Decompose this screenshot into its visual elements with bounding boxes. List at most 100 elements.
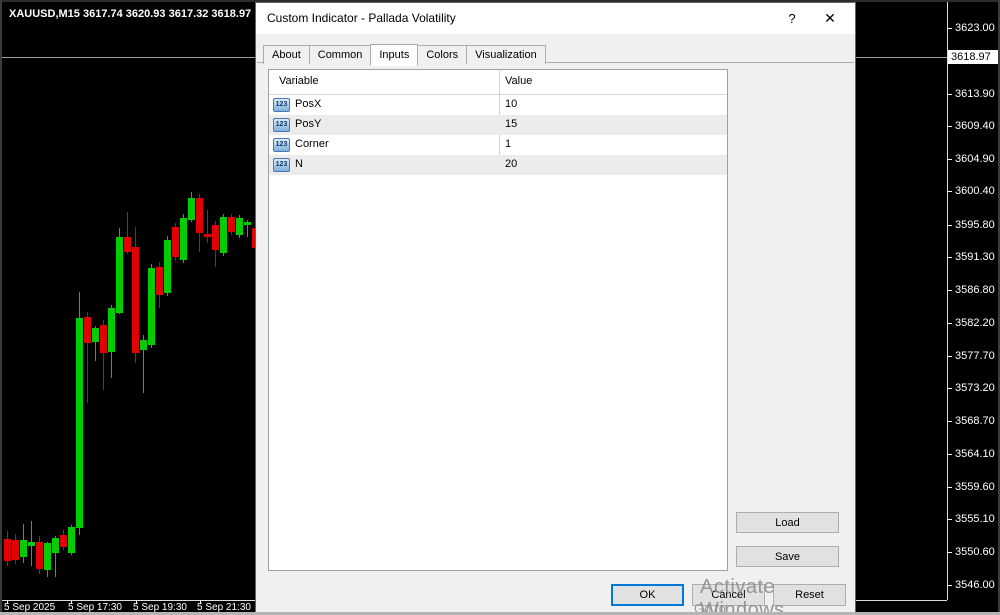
save-button[interactable]: Save: [736, 546, 839, 567]
tab-visualization[interactable]: Visualization: [466, 45, 546, 64]
candle-wick: [207, 210, 208, 243]
price-tick-dash: [948, 421, 952, 422]
reset-button[interactable]: Reset: [773, 584, 846, 606]
window-border-left: [0, 0, 2, 615]
price-tick-dash: [948, 290, 952, 291]
candle: [4, 539, 11, 561]
candle: [236, 218, 243, 235]
tab-inputs[interactable]: Inputs: [370, 44, 419, 66]
price-tick-dash: [948, 257, 952, 258]
price-tick-dash: [948, 388, 952, 389]
variable-name: PosY: [295, 118, 322, 130]
candle: [60, 535, 67, 547]
table-header: Variable Value: [269, 70, 727, 95]
variable-name: PosX: [295, 98, 322, 110]
candle: [196, 198, 203, 233]
candle: [220, 217, 227, 253]
candle: [116, 237, 123, 313]
candle: [52, 538, 59, 553]
current-price-tag: 3618.97: [948, 50, 998, 64]
table-row[interactable]: 123 PosX 10: [269, 95, 727, 115]
price-tick-label: 3577.70: [955, 350, 995, 362]
table-row[interactable]: 123 PosY 15: [269, 115, 727, 135]
candle: [228, 217, 235, 232]
candle: [124, 237, 131, 252]
price-tick-dash: [948, 126, 952, 127]
price-tick-dash: [948, 454, 952, 455]
price-tick-dash: [948, 191, 952, 192]
numeric-input-icon: 123: [273, 118, 290, 132]
price-tick-label: 3600.40: [955, 185, 995, 197]
ok-button[interactable]: OK: [611, 584, 684, 606]
price-tick-dash: [948, 323, 952, 324]
column-header-variable: Variable: [279, 75, 319, 87]
tab-about[interactable]: About: [263, 45, 310, 64]
price-tick-label: 3591.30: [955, 251, 995, 263]
price-tick-label: 3550.60: [955, 546, 995, 558]
price-tick-label: 3568.70: [955, 415, 995, 427]
help-icon[interactable]: ?: [777, 3, 807, 34]
candle: [20, 540, 27, 557]
cancel-button[interactable]: Cancel: [692, 584, 765, 606]
candle: [100, 325, 107, 353]
tab-colors[interactable]: Colors: [417, 45, 468, 64]
candle: [132, 247, 139, 353]
price-tick-label: 3573.20: [955, 382, 995, 394]
price-tick-dash: [948, 585, 952, 586]
price-tick-label: 3559.60: [955, 481, 995, 493]
load-button[interactable]: Load: [736, 512, 839, 533]
price-tick-dash: [948, 552, 952, 553]
application-window: XAUUSD,M15 3617.74 3620.93 3617.32 3618.…: [0, 0, 1000, 615]
candle: [36, 542, 43, 569]
tab-common[interactable]: Common: [308, 45, 372, 64]
price-axis[interactable]: 3623.003618.503613.903609.403604.903600.…: [947, 2, 998, 600]
candle: [76, 318, 83, 528]
variable-name: N: [295, 158, 303, 170]
variable-name: Corner: [295, 138, 329, 150]
inputs-table: Variable Value 123 PosX 10 123 PosY 15 123 Corn…: [268, 69, 728, 571]
variable-value[interactable]: 1: [505, 138, 511, 150]
variable-value[interactable]: 15: [505, 118, 517, 130]
price-tick-dash: [948, 159, 952, 160]
price-tick-dash: [948, 487, 952, 488]
numeric-input-icon: 123: [273, 98, 290, 112]
price-tick-label: 3555.10: [955, 513, 995, 525]
dialog-title: Custom Indicator - Pallada Volatility: [267, 11, 456, 25]
candle: [188, 198, 195, 220]
variable-value[interactable]: 10: [505, 98, 517, 110]
candle: [156, 267, 163, 295]
candle: [44, 543, 51, 570]
price-tick-dash: [948, 519, 952, 520]
tab-strip: About Common Inputs Colors Visualization: [263, 42, 546, 66]
table-row[interactable]: 123 N 20: [269, 155, 727, 175]
price-tick-label: 3595.80: [955, 219, 995, 231]
candle: [148, 268, 155, 345]
table-row[interactable]: 123 Corner 1: [269, 135, 727, 155]
close-icon[interactable]: ✕: [815, 3, 845, 34]
dialog-title-bar[interactable]: Custom Indicator - Pallada Volatility ? …: [256, 3, 855, 34]
price-tick-label: 3613.90: [955, 88, 995, 100]
candle: [244, 222, 251, 225]
candle: [172, 227, 179, 257]
candle: [180, 218, 187, 260]
candle: [28, 542, 35, 546]
indicator-dialog: Custom Indicator - Pallada Volatility ? …: [255, 2, 856, 613]
candle: [204, 234, 211, 237]
candle: [164, 240, 171, 293]
price-tick-label: 3546.00: [955, 579, 995, 591]
candle: [108, 308, 115, 352]
column-header-value: Value: [505, 75, 533, 87]
candle: [140, 340, 147, 350]
price-tick-label: 3623.00: [955, 22, 995, 34]
candle: [12, 540, 19, 560]
candle: [212, 225, 219, 250]
table-rows: 123 PosX 10 123 PosY 15 123 Corner 1 123 N 20: [269, 95, 727, 175]
numeric-input-icon: 123: [273, 158, 290, 172]
price-tick-label: 3604.90: [955, 153, 995, 165]
candle: [68, 527, 75, 553]
price-tick-label: 3586.80: [955, 284, 995, 296]
variable-value[interactable]: 20: [505, 158, 517, 170]
numeric-input-icon: 123: [273, 138, 290, 152]
price-tick-dash: [948, 225, 952, 226]
candle: [92, 328, 99, 342]
